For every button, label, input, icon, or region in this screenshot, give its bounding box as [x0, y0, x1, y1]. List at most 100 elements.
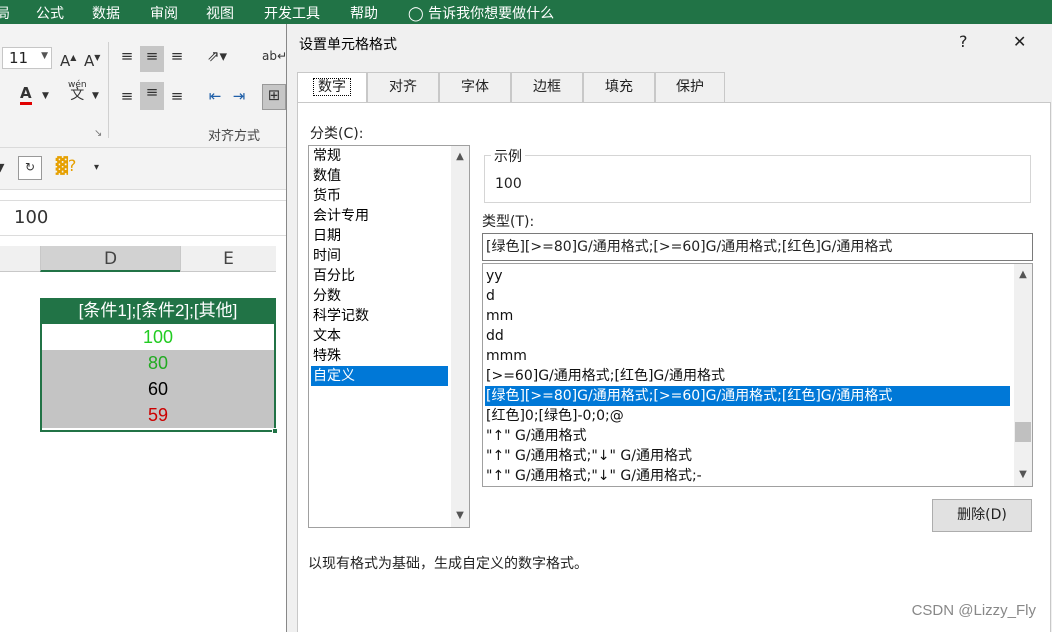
increase-indent-icon[interactable]: ⇥ — [228, 86, 250, 106]
category-item[interactable]: 特殊 — [311, 346, 448, 366]
format-item[interactable]: mm — [485, 306, 1010, 326]
tab-number[interactable]: 数字 — [297, 72, 367, 103]
format-item[interactable]: mmm — [485, 346, 1010, 366]
formula-bar[interactable]: 100 — [0, 200, 290, 236]
scroll-thumb[interactable] — [1015, 422, 1031, 442]
tell-me-box[interactable]: ◯ 告诉我你想要做什么 — [408, 3, 554, 23]
watermark: CSDN @Lizzy_Fly — [911, 602, 1036, 619]
scroll-down-icon[interactable]: ▼ — [1014, 466, 1032, 484]
menu-item-formulas[interactable]: 公式 — [36, 3, 64, 23]
chevron-down-icon: ▼ — [41, 51, 48, 61]
menu-item-review[interactable]: 审阅 — [150, 3, 178, 23]
format-item[interactable]: "↑" G/通用格式;"↓" G/通用格式;- — [485, 466, 1010, 486]
merge-center-icon[interactable]: ⊞ — [262, 84, 286, 110]
phonetic-dropdown-icon[interactable]: ▼ — [92, 86, 99, 106]
description-text: 以现有格式为基础，生成自定义的数字格式。 — [308, 556, 588, 572]
scroll-up-icon[interactable]: ▲ — [451, 148, 469, 166]
cell-value-1[interactable]: 100 — [42, 324, 274, 350]
cell-value-2[interactable]: 80 — [42, 350, 274, 376]
font-color-icon[interactable]: A — [20, 84, 32, 105]
orientation-icon[interactable]: ⇗▾ — [202, 46, 232, 66]
menu-item-view[interactable]: 视图 — [206, 3, 234, 23]
menu-item-data[interactable]: 数据 — [92, 3, 120, 23]
category-list[interactable]: 常规 数值 货币 会计专用 日期 时间 百分比 分数 科学记数 文本 特殊 自定… — [308, 145, 470, 528]
format-item[interactable]: dd — [485, 326, 1010, 346]
type-label: 类型(T): — [482, 214, 535, 230]
grow-font-icon[interactable]: A▲ — [60, 48, 76, 71]
category-item[interactable]: 分数 — [311, 286, 448, 306]
align-middle-icon[interactable]: ≡ — [140, 46, 164, 72]
column-headers: D E — [0, 246, 276, 272]
tab-number-label: 数字 — [313, 78, 351, 96]
category-item[interactable]: 数值 — [311, 166, 448, 186]
decrease-indent-icon[interactable]: ⇤ — [204, 86, 226, 106]
menu-bar: 局 公式 数据 审阅 视图 开发工具 帮助 ◯ 告诉我你想要做什么 — [0, 0, 1052, 24]
tell-me-text: 告诉我你想要做什么 — [428, 6, 555, 22]
data-cells: 100 80 60 59 — [40, 324, 278, 434]
sample-value: 100 — [495, 176, 522, 192]
menu-item-help[interactable]: 帮助 — [350, 3, 378, 23]
category-item[interactable]: 会计专用 — [311, 206, 448, 226]
category-item[interactable]: 百分比 — [311, 266, 448, 286]
align-right-icon[interactable]: ≡ — [166, 86, 188, 106]
format-item[interactable]: "↑" G/通用格式;"↓" G/通用格式 — [485, 446, 1010, 466]
menu-item-developer[interactable]: 开发工具 — [264, 3, 320, 23]
help-chart-icon[interactable]: ▓? — [54, 156, 78, 176]
dialog-launcher-icon[interactable]: ↘ — [94, 128, 102, 139]
category-item[interactable]: 时间 — [311, 246, 448, 266]
delete-button[interactable]: 删除(D) — [932, 499, 1032, 532]
format-item[interactable]: yy — [485, 266, 1010, 286]
tab-font[interactable]: 字体 — [439, 72, 511, 102]
format-scrollbar[interactable]: ▲ ▼ — [1014, 264, 1032, 486]
tab-fill[interactable]: 填充 — [583, 72, 655, 102]
sample-group: 示例 100 — [484, 146, 1031, 203]
font-size-select[interactable]: 11 ▼ — [2, 47, 52, 69]
type-input[interactable]: [绿色][>=80]G/通用格式;[>=60]G/通用格式;[红色]G/通用格式 — [482, 233, 1033, 261]
tab-alignment[interactable]: 对齐 — [367, 72, 439, 102]
category-item[interactable]: 文本 — [311, 326, 448, 346]
scroll-down-icon[interactable]: ▼ — [451, 507, 469, 525]
form-icon[interactable]: ↻ — [18, 156, 42, 180]
sample-label: 示例 — [491, 146, 525, 166]
format-item[interactable]: [>=60]G/通用格式;[红色]G/通用格式 — [485, 366, 1010, 386]
format-item[interactable]: d — [485, 286, 1010, 306]
format-item[interactable]: "↑" G/通用格式 — [485, 426, 1010, 446]
fill-handle[interactable] — [272, 428, 278, 434]
close-button[interactable]: ✕ — [1013, 32, 1026, 51]
category-item[interactable]: 货币 — [311, 186, 448, 206]
font-color-dropdown-icon[interactable]: ▼ — [42, 86, 49, 106]
menu-item-page[interactable]: 局 — [0, 3, 10, 23]
align-bottom-icon[interactable]: ≡ — [166, 46, 188, 66]
tab-border[interactable]: 边框 — [511, 72, 583, 102]
help-button[interactable]: ? — [959, 32, 968, 51]
category-item[interactable]: 科学记数 — [311, 306, 448, 326]
format-item[interactable]: [红色]0;[绿色]-0;0;@ — [485, 406, 1010, 426]
quick-access-toolbar: ▼ ↻ ▓? ▾ — [0, 148, 290, 190]
align-top-icon[interactable]: ≡ — [116, 46, 138, 66]
category-item[interactable]: 常规 — [311, 146, 448, 166]
cell-value-4[interactable]: 59 — [42, 402, 274, 428]
font-size-value: 11 — [9, 49, 29, 67]
cell-value-3[interactable]: 60 — [42, 376, 274, 402]
scroll-up-icon[interactable]: ▲ — [1014, 266, 1032, 284]
align-left-icon[interactable]: ≡ — [116, 86, 138, 106]
shrink-font-icon[interactable]: A▼ — [84, 48, 100, 71]
category-scrollbar[interactable]: ▲ ▼ — [451, 146, 469, 527]
column-header-d[interactable]: D — [40, 246, 180, 272]
wrap-text-icon[interactable]: ab↵ — [262, 46, 287, 66]
customize-qat-icon[interactable]: ▾ — [94, 158, 99, 178]
phonetic-char: 文 — [70, 87, 85, 103]
format-cells-dialog: 设置单元格格式 ? ✕ 数字 对齐 字体 边框 填充 保护 分类(C): 常规 … — [286, 24, 1052, 632]
chevron-down-icon[interactable]: ▼ — [0, 158, 4, 178]
format-list[interactable]: yy d mm dd mmm [>=60]G/通用格式;[红色]G/通用格式 [… — [482, 263, 1033, 487]
category-item-selected[interactable]: 自定义 — [311, 366, 448, 386]
number-tab-panel: 分类(C): 常规 数值 货币 会计专用 日期 时间 百分比 分数 科学记数 文… — [297, 102, 1051, 632]
format-item-selected[interactable]: [绿色][>=80]G/通用格式;[>=60]G/通用格式;[红色]G/通用格式 — [485, 386, 1010, 406]
align-center-icon[interactable]: ≡ — [140, 82, 164, 110]
align-group-label: 对齐方式 — [208, 129, 261, 144]
tab-protection[interactable]: 保护 — [655, 72, 725, 102]
cell-header[interactable]: [条件1];[条件2];[其他] — [40, 298, 276, 324]
column-header-e[interactable]: E — [180, 246, 276, 272]
phonetic-icon[interactable]: wén 文 — [68, 80, 87, 102]
category-item[interactable]: 日期 — [311, 226, 448, 246]
